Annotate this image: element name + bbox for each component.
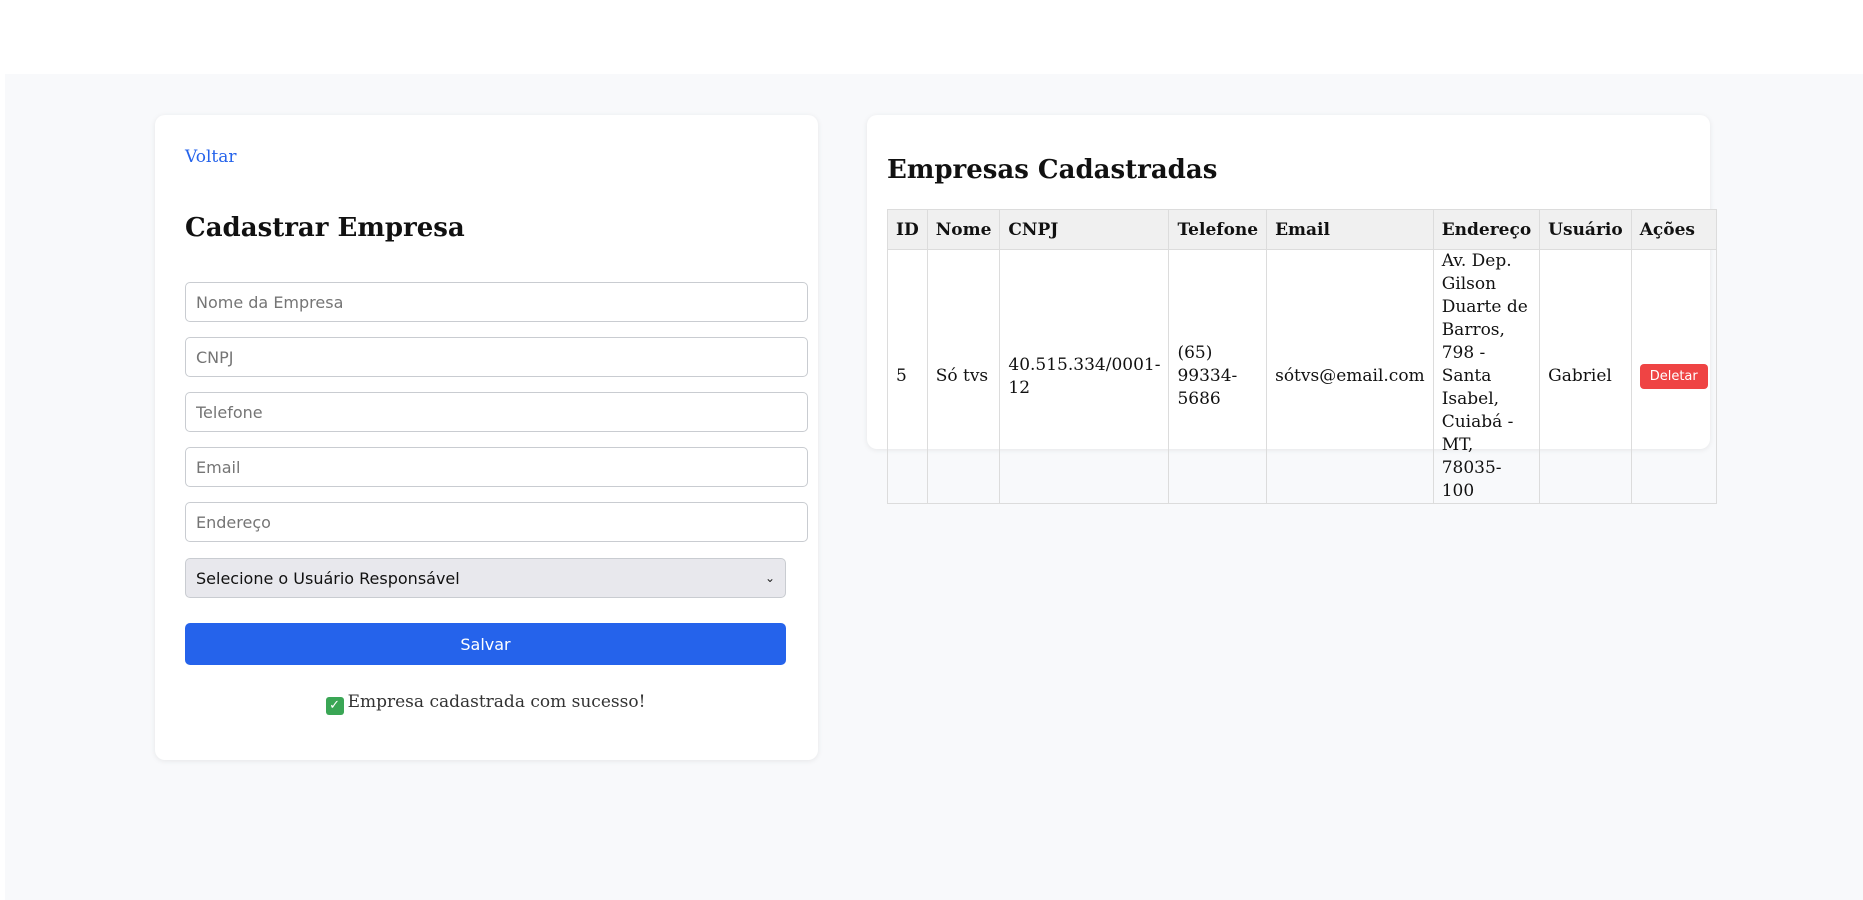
header-email: Email bbox=[1266, 209, 1434, 250]
cell-cnpj: 40.515.334/0001-12 bbox=[999, 249, 1170, 504]
cell-usuario: Gabriel bbox=[1539, 249, 1632, 504]
cell-telefone: (65) 99334-5686 bbox=[1168, 249, 1268, 504]
responsible-user-select[interactable]: Selecione o Usuário Responsável ⌄ bbox=[185, 558, 786, 598]
phone-input[interactable] bbox=[185, 392, 808, 432]
back-link[interactable]: Voltar bbox=[185, 147, 236, 167]
form-title: Cadastrar Empresa bbox=[185, 213, 465, 243]
cell-id: 5 bbox=[887, 249, 928, 504]
success-message: ✓ Empresa cadastrada com sucesso! bbox=[185, 692, 786, 715]
save-button[interactable]: Salvar bbox=[185, 623, 786, 665]
email-input[interactable] bbox=[185, 447, 808, 487]
header-endereco: Endereço bbox=[1432, 209, 1541, 250]
success-text: Empresa cadastrada com sucesso! bbox=[347, 692, 646, 712]
cell-endereco: Av. Dep. Gilson Duarte de Barros, 798 - … bbox=[1432, 249, 1541, 504]
delete-button[interactable]: Deletar bbox=[1639, 364, 1708, 389]
header-id: ID bbox=[887, 209, 928, 250]
cell-nome: Só tvs bbox=[926, 249, 1001, 504]
cnpj-input[interactable] bbox=[185, 337, 808, 377]
select-value: Selecione o Usuário Responsável bbox=[196, 568, 460, 588]
header-acoes: Ações bbox=[1630, 209, 1717, 250]
table-header-row: ID Nome CNPJ Telefone Email Endereço Usu… bbox=[887, 209, 1717, 250]
address-input[interactable] bbox=[185, 502, 808, 542]
header-usuario: Usuário bbox=[1539, 209, 1632, 250]
companies-table: ID Nome CNPJ Telefone Email Endereço Usu… bbox=[887, 209, 1717, 504]
company-name-input[interactable] bbox=[185, 282, 808, 322]
header-cnpj: CNPJ bbox=[999, 209, 1170, 250]
cell-acoes: Deletar bbox=[1630, 249, 1717, 504]
company-form-card: Voltar Cadastrar Empresa Selecione o Usu… bbox=[155, 115, 818, 760]
companies-list-card: Empresas Cadastradas ID Nome CNPJ Telefo… bbox=[867, 115, 1717, 504]
header-telefone: Telefone bbox=[1168, 209, 1268, 250]
table-row: 5 Só tvs 40.515.334/0001-12 (65) 99334-5… bbox=[887, 249, 1717, 504]
header-nome: Nome bbox=[926, 209, 1001, 250]
cell-email: sótvs@email.com bbox=[1266, 249, 1434, 504]
chevron-down-icon: ⌄ bbox=[764, 571, 775, 585]
check-icon: ✓ bbox=[325, 697, 344, 715]
list-title: Empresas Cadastradas bbox=[887, 155, 1218, 185]
